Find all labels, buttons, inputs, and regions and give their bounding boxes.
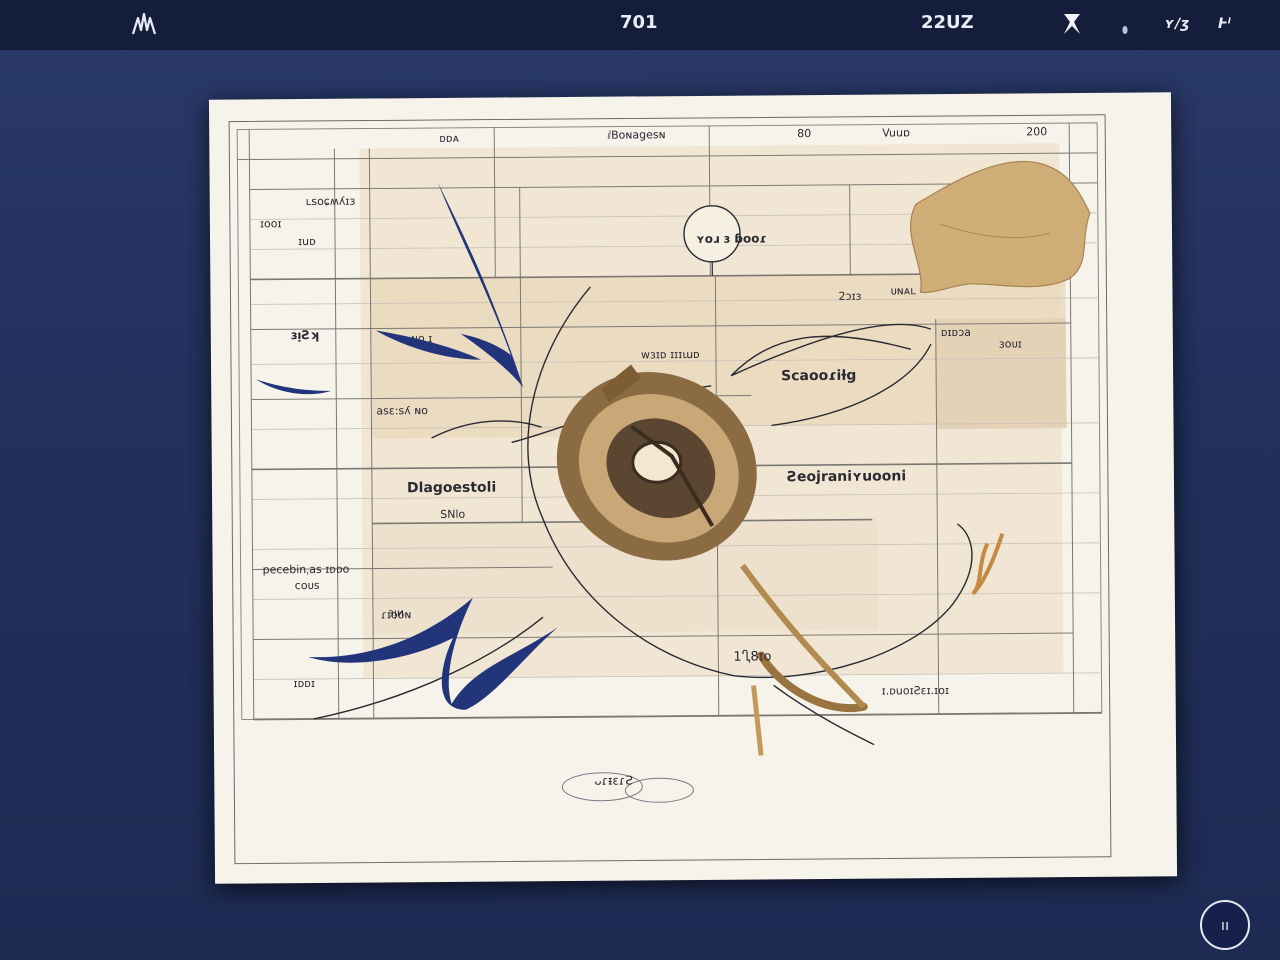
section-title: Scaooɾiƚg bbox=[781, 368, 856, 385]
wave-logo-glyph bbox=[131, 12, 157, 35]
pin-icon[interactable] bbox=[1060, 10, 1084, 41]
row-label: asɛ:sʎ ɴo bbox=[376, 404, 428, 417]
section-subtitle: SNlo bbox=[440, 508, 465, 521]
row-label: ɪᴅᴅɪ bbox=[293, 677, 315, 690]
section-title: Ƨeojraniʏuooni bbox=[787, 468, 906, 485]
header-cell: 200 bbox=[1026, 125, 1047, 138]
header-row: ᴅᴅᴀ ⅈBoɴagesɴ 80 Vuuɒ 200 bbox=[439, 125, 1047, 145]
wave-logo-icon[interactable] bbox=[130, 12, 158, 41]
link-label: ɜoᴜɪ bbox=[999, 337, 1022, 350]
wrench-icon[interactable]: ʏ∕ʒ bbox=[1165, 16, 1189, 32]
link-label: ɪ.ᴅuᴏɪƧɛɪ.ɪoɪ bbox=[882, 684, 950, 698]
section-title: Dlagoestoli bbox=[407, 480, 496, 497]
column-line bbox=[248, 129, 255, 720]
column-line bbox=[849, 184, 851, 275]
link-label: ɾɪooɴ bbox=[381, 608, 411, 621]
instrument-leg bbox=[751, 685, 764, 756]
top-bar: 701 22UZ ʏ∕ʒ Ͱᴵ bbox=[0, 0, 1280, 51]
row-label: pecebinˌas ɪᴅᴅo bbox=[263, 563, 350, 577]
year-label: 1Ⴂ8ɪo bbox=[733, 649, 771, 664]
diagram-sheet: ᴅᴅᴀ ⅈBoɴagesɴ 80 Vuuɒ 200 ʟsoɕʍʎɪɜ ɪooɪ … bbox=[208, 92, 1178, 884]
blue-stroke bbox=[256, 379, 332, 395]
signature-text: ᴗɾᵻɛɾƧ bbox=[594, 773, 633, 787]
row-label: ɜᴉƧʞ bbox=[291, 328, 319, 342]
diagram-canvas: ᴅᴅᴀ ⅈBoɴagesɴ 80 Vuuɒ 200 ʟsoɕʍʎɪɜ ɪooɪ … bbox=[228, 114, 1112, 865]
document-title: 701 bbox=[620, 12, 658, 33]
header-cell: 80 bbox=[797, 127, 811, 140]
signature: ᴗɾᵻɛɾƧ bbox=[561, 772, 694, 803]
link-label: ᴜɴᴀʟ bbox=[890, 284, 916, 297]
dot-icon[interactable] bbox=[1120, 20, 1130, 41]
grid-icon[interactable]: Ͱᴵ bbox=[1218, 16, 1231, 32]
row-label: ᴄoᴜs bbox=[295, 579, 320, 592]
row-label: ɪuᴅ bbox=[298, 235, 316, 248]
column-line bbox=[333, 148, 340, 719]
dot-glyph bbox=[1122, 26, 1128, 34]
link-label: ᴅɪᴅɔa bbox=[941, 326, 971, 339]
pause-button-label: ıı bbox=[1220, 916, 1230, 934]
row-label: ʟsoɕʍʎɪɜ bbox=[306, 195, 356, 208]
link-label: 2ɔɪɜ bbox=[838, 290, 861, 303]
center-node-label: ʏoɹ ɜ ɓooɾ bbox=[696, 231, 767, 246]
row-label: ɪooɪ bbox=[260, 217, 282, 230]
pause-button[interactable]: ıı bbox=[1200, 900, 1250, 950]
header-cell: ⅈBoɴagesɴ bbox=[607, 128, 665, 141]
header-cell: Vuuɒ bbox=[882, 126, 910, 139]
pin-glyph bbox=[1064, 14, 1080, 34]
header-cell: ᴅᴅᴀ bbox=[439, 132, 459, 145]
row-line bbox=[253, 711, 1102, 721]
link-label: ᴡɜɪᴅ ɪɪɪɯᴅ bbox=[641, 348, 700, 361]
signature-loop bbox=[624, 777, 694, 803]
document-subtitle: 22UZ bbox=[921, 12, 974, 33]
